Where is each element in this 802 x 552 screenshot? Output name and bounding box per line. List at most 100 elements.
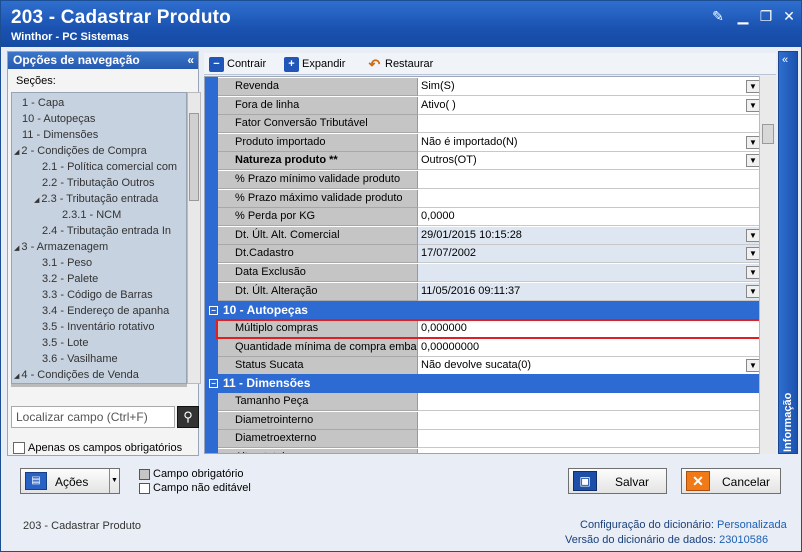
tree-item[interactable]: 2.2 - Tributação Outros xyxy=(42,175,155,191)
tree-item[interactable]: 3.4 - Endereço de apanha xyxy=(42,303,169,319)
field-value[interactable] xyxy=(418,189,762,208)
dropdown-arrow-icon[interactable]: ▼ xyxy=(746,228,760,242)
expand-button[interactable]: + Expandir xyxy=(284,56,345,72)
tree-expander-icon[interactable]: ◢ xyxy=(14,149,19,156)
tree-item[interactable]: 2.4 - Tributação entrada In xyxy=(42,223,171,239)
field-value[interactable]: 17/07/2002 ▼ xyxy=(418,245,762,264)
actions-dropdown-icon[interactable]: ▼ xyxy=(109,469,119,493)
dictionary-version-label: Versão do dicionário de dados: xyxy=(565,534,717,546)
field-value-text: Não é importado(N) xyxy=(421,135,518,148)
dropdown-arrow-icon[interactable]: ▼ xyxy=(746,247,760,261)
grid-row[interactable]: % Perda por KG 0,0000 xyxy=(218,208,762,227)
grid-row[interactable]: Produto importado Não é importado(N) ▼ xyxy=(218,133,762,152)
tree-item[interactable]: 10 - Autopeças xyxy=(22,111,95,127)
field-value[interactable]: 11/05/2016 09:11:37 ▼ xyxy=(418,282,762,301)
tree-item[interactable]: 11 - Dimensões xyxy=(22,127,98,143)
section-collapse-icon[interactable]: − xyxy=(209,306,218,316)
grid-row[interactable]: Revenda Sim(S) ▼ xyxy=(218,78,762,96)
grid-scrollbar[interactable] xyxy=(759,76,776,454)
field-value[interactable]: Ativo( ) ▼ xyxy=(418,96,762,115)
grid-row[interactable]: % Prazo mínimo validade produto xyxy=(218,171,762,189)
field-value[interactable]: 29/01/2015 10:15:28 ▼ xyxy=(418,226,762,245)
close-icon[interactable]: ✕ xyxy=(780,7,798,25)
tree-scroll-thumb[interactable] xyxy=(189,113,199,201)
tree-item[interactable]: ◢ 2.3 - Tributação entrada xyxy=(34,191,158,207)
edit-icon[interactable]: ✎ xyxy=(709,7,727,25)
required-only-checkbox[interactable]: Apenas os campos obrigatórios xyxy=(13,442,182,455)
field-value[interactable]: Não é importado(N) ▼ xyxy=(418,133,762,152)
grid-row[interactable]: Status Sucata Não devolve sucata(0) ▼ xyxy=(218,357,762,376)
tree-item[interactable]: 3.6 - Vasilhame xyxy=(42,351,118,367)
field-value[interactable]: Outros(OT) ▼ xyxy=(418,152,762,171)
tree-expander-icon[interactable]: ◢ xyxy=(14,245,19,252)
grid-row[interactable]: Quantidade mínima de compra embala 0,0000… xyxy=(218,338,762,357)
grid-row[interactable]: Diametrointerno xyxy=(218,411,762,430)
tree-hscrollbar[interactable] xyxy=(11,384,187,387)
collapse-panel-icon[interactable]: « xyxy=(187,52,194,69)
field-value[interactable] xyxy=(418,430,762,449)
tree-item[interactable]: 2.3.1 - NCM xyxy=(62,207,121,223)
tree-item[interactable]: 2.1 - Política comercial com xyxy=(42,159,177,175)
field-value[interactable] xyxy=(418,171,762,189)
field-value[interactable]: Não devolve sucata(0) ▼ xyxy=(418,357,762,376)
actions-button[interactable]: ▤ Ações ▼ xyxy=(20,468,120,494)
collapse-button[interactable]: − Contrair xyxy=(209,56,266,72)
grid-row[interactable]: Diametroexterno xyxy=(218,430,762,449)
grid-row[interactable]: Fator Conversão Tributável xyxy=(218,115,762,134)
field-value[interactable]: 0,00000000 xyxy=(418,338,762,357)
minimize-icon[interactable]: ▁ xyxy=(734,7,752,25)
tree-item[interactable]: ◢ 3 - Armazenagem xyxy=(14,239,108,255)
dropdown-arrow-icon[interactable]: ▼ xyxy=(746,80,760,93)
field-value[interactable] xyxy=(418,115,762,134)
tree-item[interactable]: 3.2 - Palete xyxy=(42,271,98,287)
grid-row[interactable]: Dt. Últ. Alt. Comercial 29/01/2015 10:15:… xyxy=(218,226,762,245)
tree-expander-icon[interactable]: ◢ xyxy=(14,373,19,380)
tree-item[interactable]: 3.1 - Peso xyxy=(42,255,92,271)
section-dimensoes[interactable]: −11 - Dimensões xyxy=(205,374,762,393)
field-value[interactable]: ▼ xyxy=(418,264,762,282)
section-autopecas[interactable]: −10 - Autopeças xyxy=(205,301,762,320)
tree-item[interactable]: 3.3 - Código de Barras xyxy=(42,287,153,303)
field-value-text: Sim(S) xyxy=(421,80,455,92)
section-collapse-icon[interactable]: − xyxy=(209,379,218,389)
checkbox-box[interactable] xyxy=(13,442,25,455)
tree-item[interactable]: ◢ 2 - Condições de Compra xyxy=(14,143,147,159)
field-value[interactable] xyxy=(418,448,762,453)
information-tab[interactable]: « Informação xyxy=(778,51,798,454)
grid-row[interactable]: Dt. Últ. Alteração 11/05/2016 09:11:37 ▼ xyxy=(218,282,762,301)
tree-item[interactable]: 1 - Capa xyxy=(22,95,64,111)
grid-row[interactable]: Tamanho Peça xyxy=(218,393,762,411)
restore-icon[interactable]: ❐ xyxy=(757,7,775,25)
grid-row[interactable]: Natureza produto ** Outros(OT) ▼ xyxy=(218,152,762,171)
grid-row[interactable]: Data Exclusão ▼ xyxy=(218,264,762,282)
grid-scroll-thumb[interactable] xyxy=(762,124,774,144)
tree-item-label: 4 - Condições de Venda xyxy=(21,369,139,381)
grid-row[interactable]: Dt.Cadastro 17/07/2002 ▼ xyxy=(218,245,762,264)
tree-expander-icon[interactable]: ◢ xyxy=(34,197,39,204)
tree-item[interactable]: 3.5 - Lote xyxy=(42,335,88,351)
tree-item[interactable]: ◢ 4 - Condições de Venda xyxy=(14,367,139,383)
dropdown-arrow-icon[interactable]: ▼ xyxy=(746,98,760,112)
search-field-input[interactable]: Localizar campo (Ctrl+F) xyxy=(11,406,175,428)
field-value[interactable]: Sim(S) ▼ xyxy=(418,78,762,96)
save-button[interactable]: ▣ Salvar xyxy=(568,468,667,494)
grid-row[interactable]: Fora de linha Ativo( ) ▼ xyxy=(218,96,762,115)
grid-row[interactable]: Alturatotal xyxy=(218,448,762,453)
field-value[interactable] xyxy=(418,411,762,430)
restore-button[interactable]: ↶ Restaurar xyxy=(367,56,434,72)
cancel-button[interactable]: ✕ Cancelar xyxy=(681,468,781,494)
tree-item[interactable]: 3.5 - Inventário rotativo xyxy=(42,319,155,335)
dropdown-arrow-icon[interactable]: ▼ xyxy=(746,266,760,279)
dropdown-arrow-icon[interactable]: ▼ xyxy=(746,135,760,149)
search-icon[interactable]: ⚲ xyxy=(177,406,199,428)
field-label: % Prazo mínimo validade produto xyxy=(218,171,418,189)
grid-row[interactable]: % Prazo máximo validade produto xyxy=(218,189,762,208)
dropdown-arrow-icon[interactable]: ▼ xyxy=(746,154,760,168)
tree-item-label: 10 - Autopeças xyxy=(22,113,96,125)
dropdown-arrow-icon[interactable]: ▼ xyxy=(746,359,760,373)
field-value[interactable]: 0,0000 xyxy=(418,208,762,227)
expand-panel-icon[interactable]: « xyxy=(782,54,788,66)
dropdown-arrow-icon[interactable]: ▼ xyxy=(746,284,760,298)
field-value[interactable] xyxy=(418,393,762,411)
tree-scrollbar[interactable] xyxy=(187,92,201,384)
